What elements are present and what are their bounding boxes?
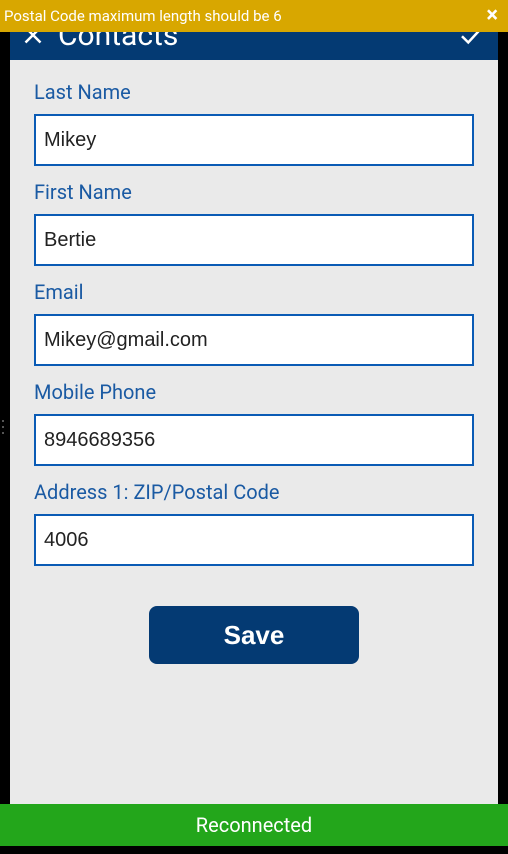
label-postal-code: Address 1: ZIP/Postal Code (34, 480, 474, 504)
connection-status-banner: Reconnected (0, 804, 508, 846)
label-last-name: Last Name (34, 80, 474, 104)
field-email: Email (34, 280, 474, 366)
field-mobile-phone: Mobile Phone (34, 380, 474, 466)
label-first-name: First Name (34, 180, 474, 204)
connection-status-text: Reconnected (196, 813, 312, 837)
toast-message: Postal Code maximum length should be 6 (4, 7, 282, 25)
warning-toast: Postal Code maximum length should be 6 × (0, 0, 508, 32)
close-icon[interactable]: × (486, 5, 498, 27)
field-first-name: First Name (34, 180, 474, 266)
label-email: Email (34, 280, 474, 304)
input-postal-code[interactable] (34, 514, 474, 566)
input-last-name[interactable] (34, 114, 474, 166)
resize-handle[interactable] (2, 420, 4, 434)
label-mobile-phone: Mobile Phone (34, 380, 474, 404)
input-first-name[interactable] (34, 214, 474, 266)
save-button[interactable]: Save (149, 606, 359, 664)
field-last-name: Last Name (34, 80, 474, 166)
input-mobile-phone[interactable] (34, 414, 474, 466)
input-email[interactable] (34, 314, 474, 366)
form-content: Last Name First Name Email Mobile Phone … (10, 60, 498, 804)
field-postal-code: Address 1: ZIP/Postal Code (34, 480, 474, 566)
